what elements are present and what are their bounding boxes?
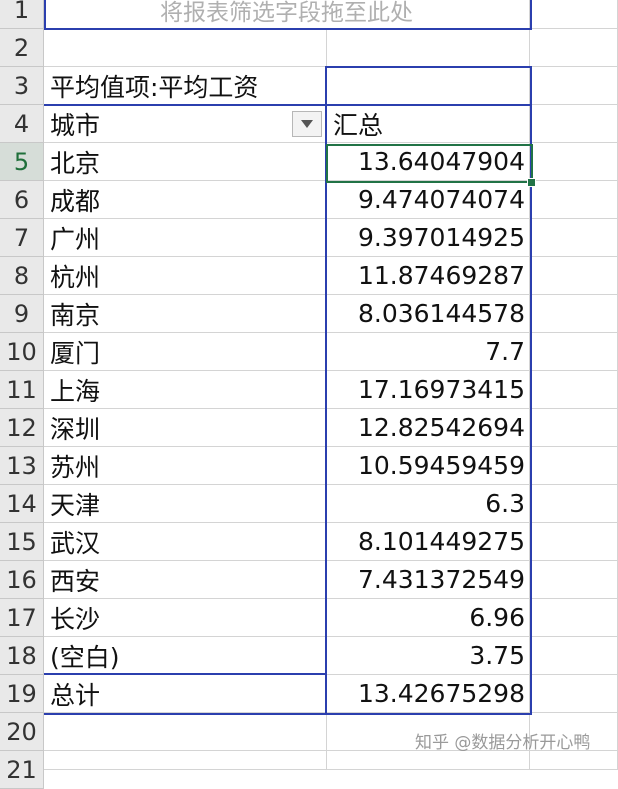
- cell[interactable]: [530, 0, 618, 29]
- row-header[interactable]: 4: [0, 105, 44, 143]
- pivot-value-cell[interactable]: 13.64047904: [327, 143, 530, 181]
- cell[interactable]: [44, 713, 327, 751]
- cell[interactable]: [530, 371, 618, 409]
- cell[interactable]: [530, 675, 618, 713]
- pivot-value-cell[interactable]: 10.59459459: [327, 447, 530, 485]
- cell[interactable]: [530, 637, 618, 675]
- pivot-row-label[interactable]: 长沙: [44, 599, 327, 637]
- cell[interactable]: [530, 295, 618, 333]
- cell[interactable]: [530, 257, 618, 295]
- pivot-value-cell[interactable]: 6.3: [327, 485, 530, 523]
- row-header[interactable]: 9: [0, 295, 44, 333]
- pivot-row-label[interactable]: 武汉: [44, 523, 327, 561]
- row-header[interactable]: 6: [0, 181, 44, 219]
- cell[interactable]: [327, 29, 530, 67]
- pivot-value-cell[interactable]: 7.7: [327, 333, 530, 371]
- row-header[interactable]: 11: [0, 371, 44, 409]
- row-header[interactable]: 18: [0, 637, 44, 675]
- cell[interactable]: [44, 29, 327, 67]
- pivot-column-header[interactable]: 汇总: [327, 105, 530, 143]
- pivot-value-cell[interactable]: 12.82542694: [327, 409, 530, 447]
- cell[interactable]: [530, 181, 618, 219]
- pivot-value-cell[interactable]: 3.75: [327, 637, 530, 675]
- pivot-row-label[interactable]: 苏州: [44, 447, 327, 485]
- pivot-row-label[interactable]: 南京: [44, 295, 327, 333]
- pivot-value-cell[interactable]: 17.16973415: [327, 371, 530, 409]
- cell[interactable]: [530, 67, 618, 105]
- row-header[interactable]: 8: [0, 257, 44, 295]
- fill-handle[interactable]: [527, 178, 536, 187]
- pivot-value-cell[interactable]: 11.87469287: [327, 257, 530, 295]
- cell[interactable]: [530, 105, 618, 143]
- spreadsheet-grid: 1 2 3 4 5 6 7 8 9 10 11 12 13 14 15 16 1…: [0, 0, 618, 789]
- row-header[interactable]: 13: [0, 447, 44, 485]
- pivot-row-label[interactable]: 成都: [44, 181, 327, 219]
- pivot-value-cell[interactable]: 7.431372549: [327, 561, 530, 599]
- cell[interactable]: [44, 751, 327, 770]
- row-header[interactable]: 21: [0, 751, 44, 789]
- report-filter-drop-area[interactable]: 将报表筛选字段拖至此处: [44, 0, 530, 29]
- pivot-row-label[interactable]: (空白): [44, 637, 327, 675]
- cell[interactable]: [530, 561, 618, 599]
- row-header[interactable]: 3: [0, 67, 44, 105]
- cell[interactable]: [530, 219, 618, 257]
- row-header[interactable]: 19: [0, 675, 44, 713]
- pivot-row-field-label[interactable]: 城市: [44, 105, 327, 143]
- row-header-active[interactable]: 5: [0, 143, 44, 181]
- pivot-row-label[interactable]: 北京: [44, 143, 327, 181]
- pivot-value-cell[interactable]: 6.96: [327, 599, 530, 637]
- cell[interactable]: [327, 751, 530, 770]
- cell[interactable]: [530, 485, 618, 523]
- row-header[interactable]: 2: [0, 29, 44, 67]
- pivot-value-cell[interactable]: 8.036144578: [327, 295, 530, 333]
- cell[interactable]: [530, 333, 618, 371]
- filter-dropdown-button[interactable]: [292, 111, 322, 137]
- row-header[interactable]: 7: [0, 219, 44, 257]
- cell[interactable]: [530, 751, 618, 770]
- row-header[interactable]: 17: [0, 599, 44, 637]
- pivot-row-label[interactable]: 广州: [44, 219, 327, 257]
- cell[interactable]: [530, 409, 618, 447]
- pivot-value-cell[interactable]: 9.474074074: [327, 181, 530, 219]
- cell[interactable]: [530, 523, 618, 561]
- pivot-row-label[interactable]: 西安: [44, 561, 327, 599]
- row-header[interactable]: 16: [0, 561, 44, 599]
- pivot-row-label[interactable]: 天津: [44, 485, 327, 523]
- pivot-row-label[interactable]: 杭州: [44, 257, 327, 295]
- pivot-row-label[interactable]: 上海: [44, 371, 327, 409]
- pivot-value-field-label[interactable]: 平均值项:平均工资: [44, 67, 327, 105]
- row-header[interactable]: 12: [0, 409, 44, 447]
- row-header[interactable]: 14: [0, 485, 44, 523]
- pivot-grand-total-value[interactable]: 13.42675298: [327, 675, 530, 713]
- pivot-value-cell[interactable]: 9.397014925: [327, 219, 530, 257]
- pivot-row-label[interactable]: 厦门: [44, 333, 327, 371]
- pivot-value-cell[interactable]: 8.101449275: [327, 523, 530, 561]
- cell[interactable]: [530, 29, 618, 67]
- row-header[interactable]: 20: [0, 713, 44, 751]
- chevron-down-icon: [301, 120, 313, 128]
- cell[interactable]: [530, 143, 618, 181]
- cell[interactable]: [530, 599, 618, 637]
- pivot-grand-total-label[interactable]: 总计: [44, 675, 327, 713]
- cell[interactable]: [530, 447, 618, 485]
- row-header[interactable]: 10: [0, 333, 44, 371]
- watermark: 知乎 @数据分析开心鸭: [415, 733, 591, 753]
- cell[interactable]: [327, 67, 530, 105]
- row-header[interactable]: 1: [0, 0, 44, 29]
- pivot-row-label[interactable]: 深圳: [44, 409, 327, 447]
- row-header[interactable]: 15: [0, 523, 44, 561]
